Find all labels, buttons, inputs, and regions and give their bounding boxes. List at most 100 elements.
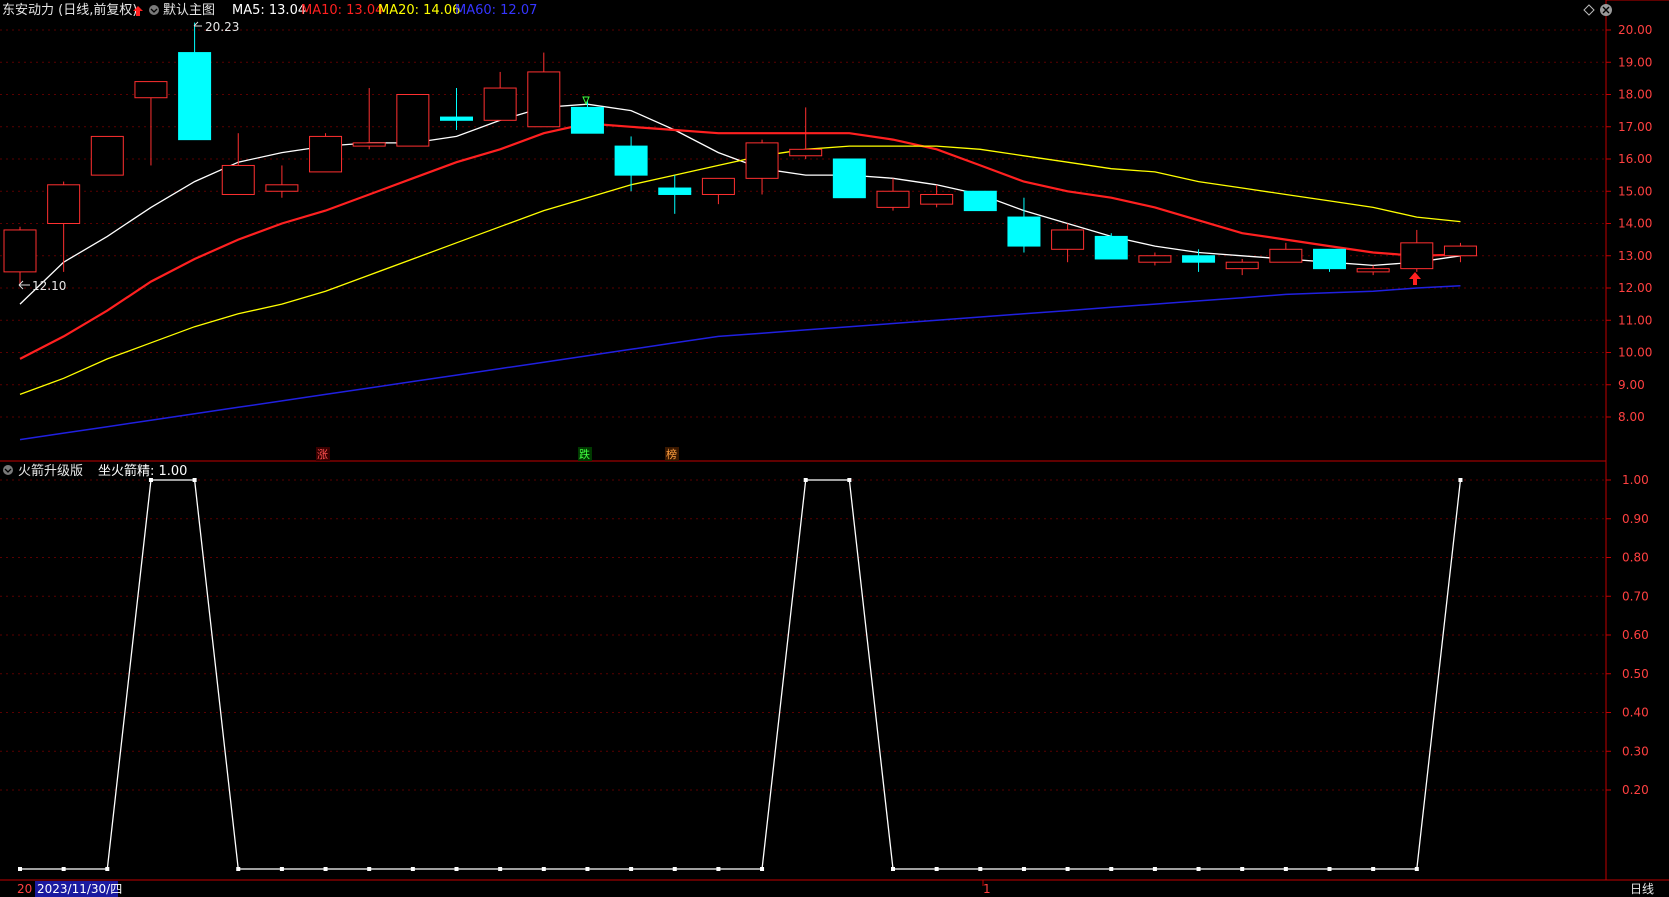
moving-average-lines: [19, 103, 1461, 441]
ma10-label: MA10: 13.04: [301, 3, 383, 18]
candle[interactable]: [1094, 233, 1128, 260]
candle[interactable]: [745, 139, 779, 195]
header-bar: 东安动力 (日线,前复权) 默认主图 MA5: 13.04 MA10: 13.0…: [2, 2, 1612, 18]
price-tick-label: 20.00: [1618, 23, 1652, 37]
candle[interactable]: [658, 175, 692, 214]
candle-body: [789, 148, 823, 157]
indicator-point: [410, 867, 415, 871]
candle[interactable]: [832, 158, 866, 199]
candle[interactable]: [1443, 242, 1477, 263]
footer-code: 20: [17, 882, 32, 896]
candle-body: [1051, 229, 1085, 250]
candle-body: [1138, 255, 1172, 263]
candle[interactable]: [178, 22, 212, 141]
price-tick-label: 12.00: [1618, 281, 1652, 295]
indicator-point: [323, 867, 328, 871]
candle[interactable]: [352, 88, 386, 150]
cursor-date-label: 2023/11/30/四: [37, 882, 122, 896]
candle[interactable]: [1269, 242, 1303, 263]
price-tick-label: 19.00: [1618, 55, 1652, 69]
indicator-point: [978, 867, 983, 871]
indicator-tick-label: 0.50: [1622, 667, 1649, 681]
high-price-label: 20.23: [205, 20, 239, 34]
period-label[interactable]: 日线: [1630, 882, 1654, 896]
price-tick-label: 18.00: [1618, 88, 1652, 102]
diamond-icon[interactable]: [1583, 4, 1595, 16]
candle[interactable]: [90, 135, 124, 176]
candle-body: [1225, 261, 1259, 270]
indicator-tick-label: 0.20: [1622, 783, 1649, 797]
candle-body: [1400, 242, 1434, 270]
indicator-point: [716, 867, 721, 871]
candle[interactable]: [221, 133, 255, 195]
candle[interactable]: [1182, 249, 1216, 272]
candle[interactable]: [1225, 258, 1259, 276]
indicator-point: [847, 478, 852, 482]
candle[interactable]: [963, 190, 997, 212]
candle[interactable]: [1313, 248, 1346, 272]
candle-body: [3, 229, 37, 273]
indicator-point: [454, 867, 459, 871]
candle-body: [1007, 216, 1041, 247]
price-tick-label: 16.00: [1618, 152, 1652, 166]
candle-body: [1269, 248, 1303, 263]
candle-body: [1094, 235, 1128, 260]
ma60-label: MA60: 12.07: [455, 3, 537, 18]
chevron-down-icon[interactable]: [149, 5, 159, 15]
indicator-point: [498, 867, 503, 871]
indicator-tick-label: 0.30: [1622, 744, 1649, 758]
candle-body: [221, 164, 255, 195]
indicator-tick-label: 1.00: [1622, 473, 1649, 487]
candle[interactable]: [309, 133, 343, 173]
candle[interactable]: [1051, 223, 1085, 263]
candle-body: [178, 52, 212, 141]
candle[interactable]: [614, 136, 648, 192]
marker-die-text: 跌: [579, 447, 590, 461]
marker-zhang: 涨: [316, 447, 330, 461]
candle[interactable]: [134, 81, 168, 166]
indicator-point: [541, 867, 546, 871]
price-tick-label: 9.00: [1618, 378, 1645, 392]
candle[interactable]: [1356, 265, 1390, 276]
candle[interactable]: [527, 52, 561, 128]
candle-body: [47, 184, 81, 225]
candle[interactable]: [3, 226, 37, 285]
candle[interactable]: [265, 165, 299, 198]
candle-body: [1313, 248, 1346, 270]
indicator-point: [803, 478, 808, 482]
indicator-point: [760, 867, 765, 871]
candle[interactable]: [1138, 252, 1172, 266]
marker-zhang-text: 涨: [317, 448, 328, 461]
candle-body: [614, 145, 648, 176]
candle[interactable]: [1400, 229, 1434, 272]
indicator-point: [1240, 867, 1245, 871]
main-chart-selector[interactable]: 默认主图: [163, 2, 215, 18]
close-icon[interactable]: [1600, 4, 1612, 16]
stock-chart-window: 20.00 19.00 18.00 17.00 16.00 15.00 14.00 13.00…: [0, 0, 1669, 897]
candle[interactable]: [47, 181, 81, 272]
indicator-point: [61, 867, 66, 871]
marker-die: 跌: [578, 447, 592, 461]
candle[interactable]: [483, 71, 517, 121]
candle[interactable]: [920, 184, 954, 208]
indicator-point: [629, 867, 634, 871]
indicator-line-path: [20, 479, 1462, 870]
indicator-tick-label: 0.60: [1622, 628, 1649, 642]
footer-mid-label: 1: [983, 882, 991, 896]
indicator-point: [1196, 867, 1201, 871]
buy-arrow-icon: [1409, 272, 1421, 285]
price-tick-label: 15.00: [1618, 184, 1652, 198]
indicator-point: [585, 867, 590, 871]
indicator-point: [1458, 478, 1463, 482]
candle-body: [483, 87, 517, 121]
indicator-name[interactable]: 火箭升级版: [18, 463, 83, 479]
stock-title[interactable]: 东安动力 (日线,前复权): [2, 2, 137, 18]
marker-bang-text: 榜: [666, 447, 677, 461]
candle[interactable]: [876, 178, 910, 211]
chart-canvas[interactable]: 20.0019.0018.0017.0016.0015.0014.0013.00…: [0, 0, 1669, 897]
indicator-point: [1065, 867, 1070, 871]
candle[interactable]: [701, 177, 735, 205]
candle[interactable]: [396, 94, 430, 147]
high-price-annotation: 20.23: [193, 20, 239, 34]
chevron-down-icon[interactable]: [3, 465, 13, 475]
